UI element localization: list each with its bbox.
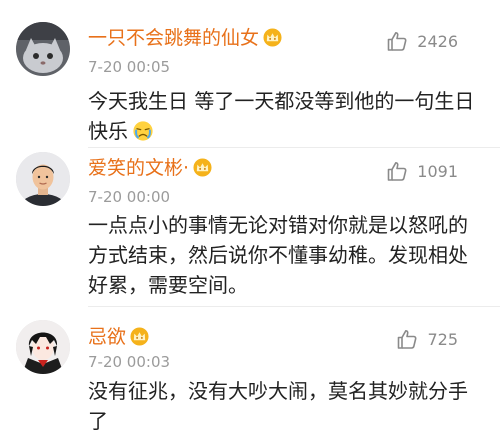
like-button[interactable]: 1091	[385, 158, 458, 184]
like-count: 2426	[417, 31, 458, 51]
username[interactable]: 一只不会跳舞的仙女	[88, 26, 282, 50]
thumbs-up-icon	[398, 330, 417, 349]
like-button[interactable]: 2426	[385, 28, 458, 54]
timestamp: 7-20 00:03	[88, 353, 171, 371]
timestamp: 7-20 00:05	[88, 58, 171, 76]
like-button[interactable]: 725	[395, 326, 458, 352]
vip-crown-badge-icon	[130, 327, 149, 346]
vip-crown-badge-icon	[263, 28, 282, 47]
thumbs-up-icon	[387, 31, 407, 51]
like-count: 725	[427, 329, 458, 349]
comment-item: 忌欲 7-20 00:03 725 没有征兆，没有大吵大闹，莫名其妙就分手了	[0, 312, 500, 445]
comment-text: 今天我生日 等了一天都没等到他的一句生日快乐	[88, 89, 475, 143]
username[interactable]: 忌欲	[88, 325, 149, 349]
comment-item: 一只不会跳舞的仙女 7-20 00:05 2426 今天我生日 等了一天都没等到…	[0, 0, 500, 150]
like-count: 1091	[417, 161, 458, 181]
comment-text: 没有征兆，没有大吵大闹，莫名其妙就分手了	[88, 379, 468, 433]
avatar[interactable]	[16, 320, 70, 374]
vip-crown-badge-icon	[193, 158, 212, 177]
username[interactable]: 爱笑的文彬·	[88, 156, 212, 180]
comment-item: 爱笑的文彬· 7-20 00:00 1091 一点点小的事情无论对错对你就是以怒…	[0, 148, 500, 310]
username-text[interactable]: 爱笑的文彬·	[88, 157, 189, 179]
timestamp: 7-20 00:00	[88, 188, 171, 206]
thumbs-up-icon	[387, 162, 407, 181]
avatar[interactable]	[16, 152, 70, 206]
avatar[interactable]	[16, 22, 70, 76]
divider	[88, 306, 500, 307]
username-text[interactable]: 一只不会跳舞的仙女	[88, 27, 259, 49]
comment-text: 一点点小的事情无论对错对你就是以怒吼的方式结束，然后说你不懂事幼稚。发现相处好累…	[88, 213, 468, 297]
username-text[interactable]: 忌欲	[88, 326, 126, 348]
sad-face-emoji	[133, 121, 153, 141]
